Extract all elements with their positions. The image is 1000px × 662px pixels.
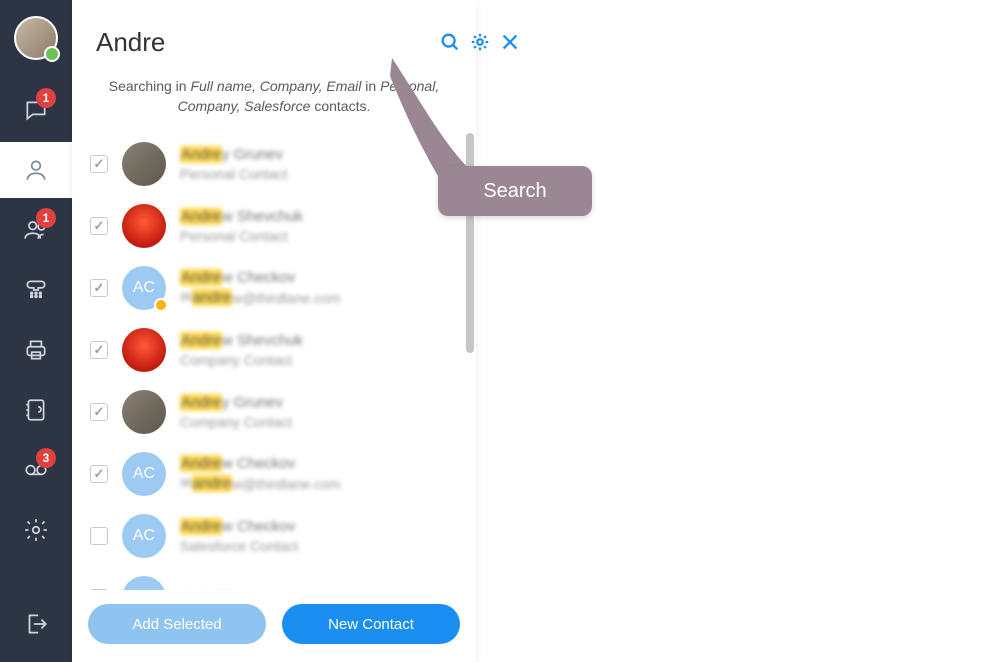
sidebar-item-chat[interactable]: 1	[0, 82, 72, 138]
checkbox[interactable]	[90, 217, 108, 235]
person-icon	[22, 156, 50, 184]
contact-avatar	[122, 390, 166, 434]
gear-icon	[22, 516, 50, 544]
result-row[interactable]: Andrey GrunevCompany Contact	[72, 381, 472, 443]
contact-text: Andrew ShevchukCompany Contact	[180, 332, 303, 368]
result-row[interactable]: Andrew ShevchukCompany Contact	[72, 319, 472, 381]
sidebar-item-group[interactable]: 1	[0, 202, 72, 258]
fax-icon	[22, 336, 50, 364]
result-row[interactable]: AY Andy Young	[72, 567, 472, 590]
phone-icon	[22, 276, 50, 304]
checkbox[interactable]	[90, 155, 108, 173]
contact-avatar: AC	[122, 514, 166, 558]
sidebar-item-logout[interactable]	[0, 596, 72, 652]
contact-avatar: AC	[122, 452, 166, 496]
presence-online-icon	[44, 46, 60, 62]
new-contact-button[interactable]: New Contact	[282, 604, 460, 644]
checkbox[interactable]	[90, 341, 108, 359]
contact-avatar	[122, 204, 166, 248]
checkbox[interactable]	[90, 403, 108, 421]
sidebar-item-phone[interactable]	[0, 262, 72, 318]
contact-text: Andrew Checkov✉ andrew@thirdlane.com	[180, 455, 340, 492]
result-row[interactable]: AC Andrew Checkov✉ andrew@thirdlane.com	[72, 443, 472, 505]
status-away-icon	[154, 298, 168, 312]
contact-text: Andrey GrunevPersonal Contact	[180, 146, 287, 182]
contact-text: Andrew Checkov✉ andrew@thirdlane.com	[180, 269, 340, 306]
sidebar-item-address-book[interactable]	[0, 382, 72, 438]
checkbox[interactable]	[90, 589, 108, 590]
result-row[interactable]: AC Andrew Checkov✉ andrew@thirdlane.com	[72, 257, 472, 319]
contact-avatar: AY	[122, 576, 166, 590]
panel-footer: Add Selected New Contact	[72, 590, 476, 662]
checkbox[interactable]	[90, 279, 108, 297]
add-selected-button[interactable]: Add Selected	[88, 604, 266, 644]
checkbox[interactable]	[90, 527, 108, 545]
sidebar: 1 1 3	[0, 0, 72, 662]
checkbox[interactable]	[90, 465, 108, 483]
contact-avatar: AC	[122, 266, 166, 310]
sidebar-item-voicemail[interactable]: 3	[0, 442, 72, 498]
logout-icon	[22, 610, 50, 638]
user-avatar[interactable]	[14, 16, 58, 60]
contact-avatar	[122, 142, 166, 186]
sidebar-item-fax[interactable]	[0, 322, 72, 378]
sidebar-item-contacts[interactable]	[0, 142, 72, 198]
search-input[interactable]	[96, 27, 431, 58]
address-book-icon	[22, 396, 50, 424]
search-icon[interactable]	[439, 24, 461, 60]
gear-icon[interactable]	[469, 24, 491, 60]
close-icon[interactable]	[499, 24, 521, 60]
contact-text: Andrew CheckovSalesforce Contact	[180, 518, 298, 554]
group-badge: 1	[36, 208, 56, 228]
voicemail-badge: 3	[36, 448, 56, 468]
sidebar-item-settings[interactable]	[0, 502, 72, 558]
contact-text: Andrey GrunevCompany Contact	[180, 394, 292, 430]
contact-avatar	[122, 328, 166, 372]
tooltip-search: Search	[438, 166, 592, 216]
result-row[interactable]: AC Andrew CheckovSalesforce Contact	[72, 505, 472, 567]
contact-text: Andrew ShevchukPersonal Contact	[180, 208, 303, 244]
chat-badge: 1	[36, 88, 56, 108]
contact-text: Andy Young	[180, 589, 260, 590]
